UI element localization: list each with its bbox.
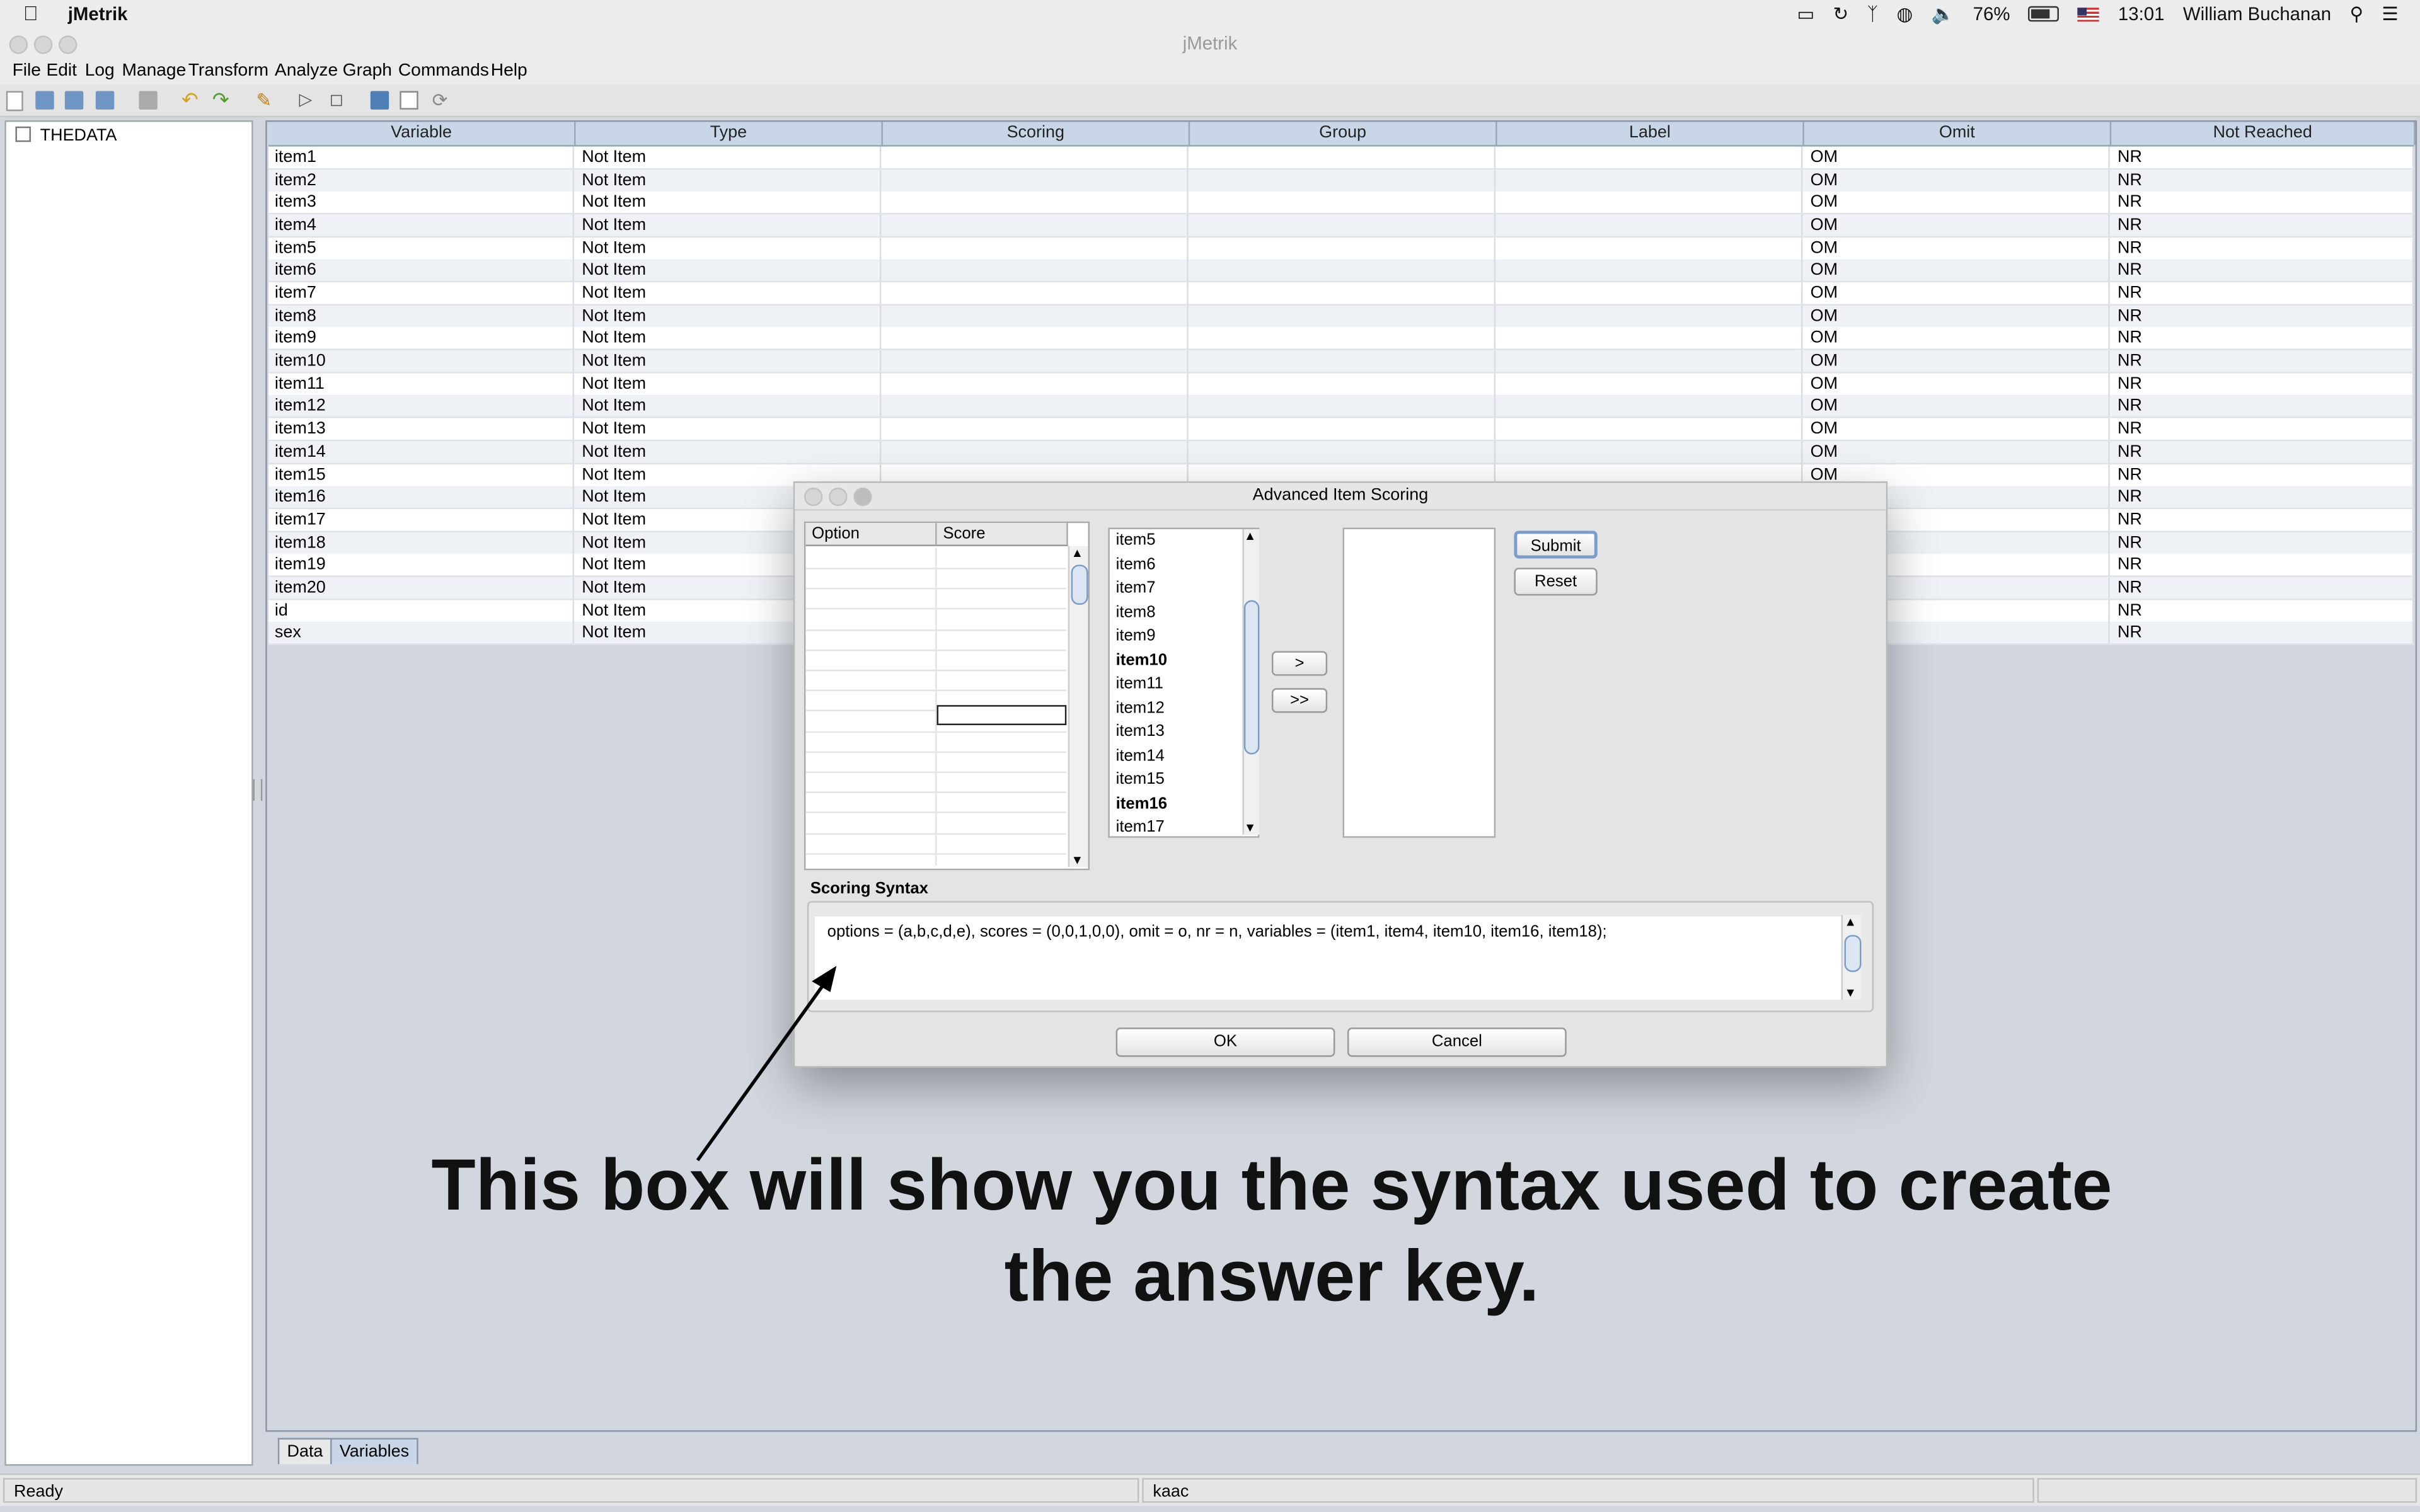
annotation-line-1: This box will show you the syntax used t… [431, 1143, 2112, 1225]
annotation-caption: This box will show you the syntax used t… [309, 1138, 2235, 1320]
annotation-line-2: the answer key. [1004, 1234, 1540, 1316]
